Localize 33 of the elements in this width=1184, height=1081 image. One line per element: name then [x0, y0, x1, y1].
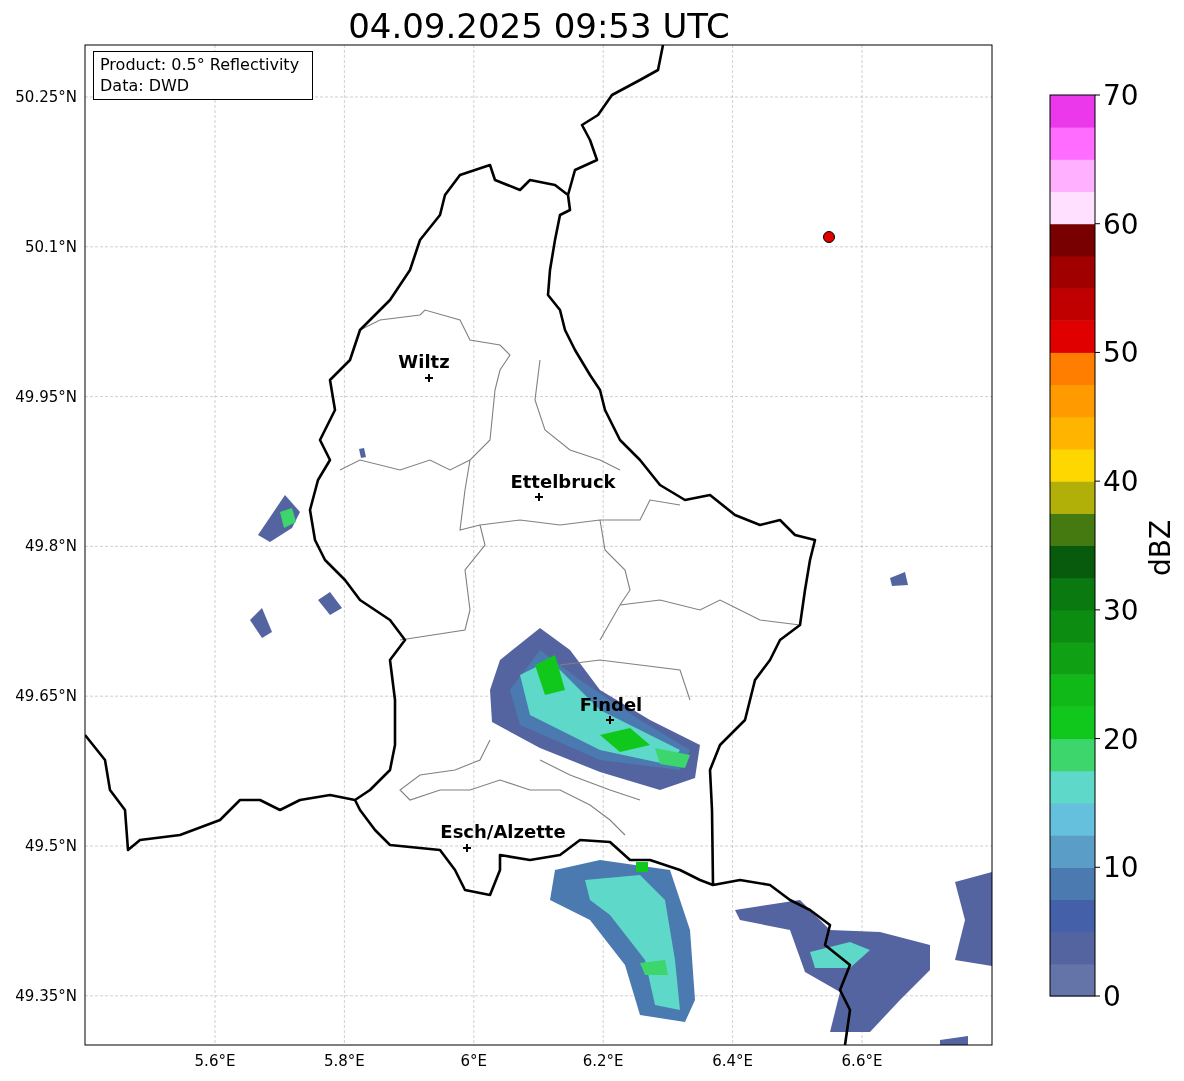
- axis-tick-label: 49.95°N: [15, 387, 77, 406]
- city-marker-icon: [605, 715, 615, 725]
- axis-tick-label: 5.8°E: [324, 1052, 365, 1070]
- location-dot-icon: [823, 231, 835, 243]
- city-marker-icon: [462, 843, 472, 853]
- axis-tick-label: 6.2°E: [582, 1052, 624, 1070]
- axis-tick-label: 50.1°N: [24, 237, 77, 256]
- colorbar-tick-label: 60: [1103, 207, 1139, 241]
- city-label: Esch/Alzette: [440, 821, 566, 842]
- axis-tick-label: 49.35°N: [15, 986, 77, 1005]
- info-text: Data: DWD: [100, 76, 190, 95]
- axis-tick-label: 6.6°E: [841, 1052, 883, 1070]
- city-label: Ettelbruck: [510, 471, 616, 492]
- axis-tick-label: 49.8°N: [24, 537, 77, 556]
- axis-tick-label: 49.5°N: [24, 837, 77, 855]
- chart-title: 04.09.2025 09:53 UTC: [348, 6, 730, 46]
- colorbar-tick-label: 10: [1103, 851, 1139, 885]
- axis-tick-label: 6°E: [460, 1052, 488, 1070]
- info-text: Product: 0.5° Reflectivity: [100, 55, 300, 74]
- colorbar-tick-label: 70: [1103, 79, 1139, 112]
- colorbar-tick-label: 50: [1103, 336, 1139, 370]
- axis-tick-label: 5.6°E: [194, 1052, 236, 1070]
- city-marker-icon: [424, 373, 434, 383]
- city-label: Wiltz: [398, 351, 450, 372]
- colorbar-tick-label: 0: [1103, 980, 1121, 1013]
- colorbar-tick-label: 20: [1103, 722, 1139, 756]
- axis-tick-label: 49.65°N: [15, 687, 77, 706]
- city-marker-icon: [534, 492, 544, 502]
- colorbar-label: dBZ: [1144, 519, 1177, 577]
- colorbar-tick-label: 40: [1103, 465, 1139, 499]
- colorbar-tick-label: 30: [1103, 593, 1139, 627]
- axis-tick-label: 50.25°N: [15, 88, 77, 106]
- axis-tick-label: 6.4°E: [712, 1052, 753, 1070]
